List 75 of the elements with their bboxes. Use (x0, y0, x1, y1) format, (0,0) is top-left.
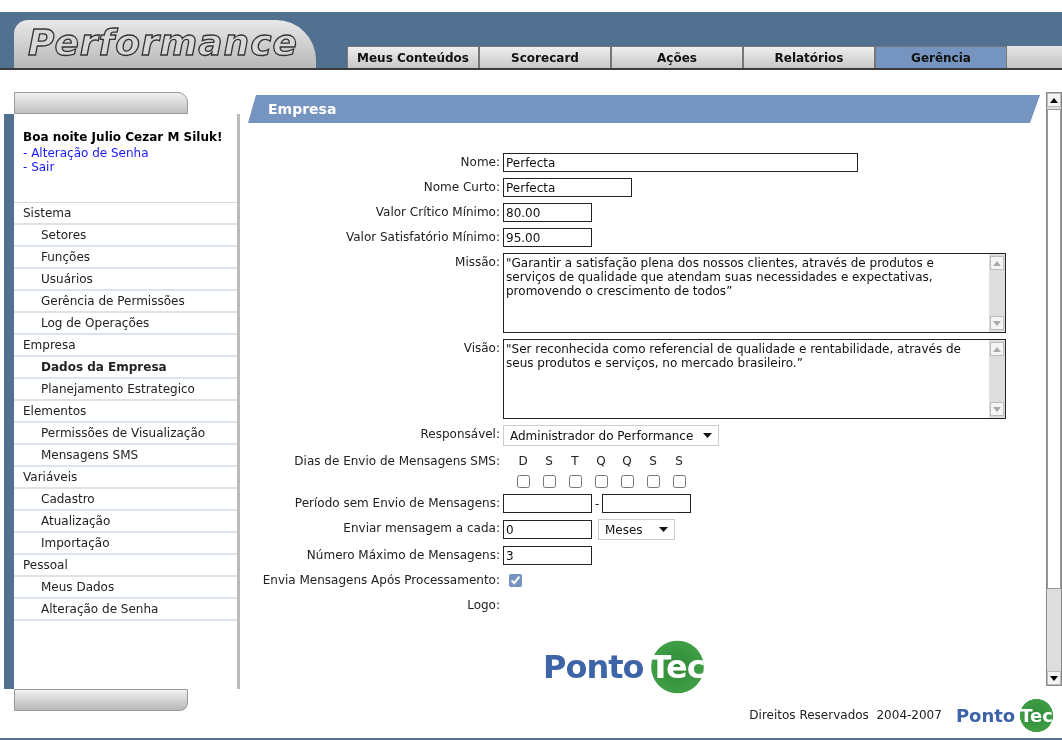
day-label: S (544, 453, 554, 470)
day-label: S (674, 453, 684, 470)
field-label: Dias de Envio de Mensagens SMS: (293, 453, 500, 470)
caret-icon (659, 527, 668, 532)
section-header: Empresa (248, 95, 1040, 123)
scrollbar[interactable] (1046, 92, 1062, 686)
text-field[interactable]: Perfecta (503, 153, 858, 172)
menu-item[interactable]: Cadastro (14, 489, 237, 511)
field-label: Visão: (462, 340, 500, 357)
caret-icon (703, 433, 713, 438)
day-label: D (517, 453, 529, 470)
day-label: Q (595, 453, 607, 470)
menu-group-label: Pessoal (14, 555, 237, 577)
checkbox[interactable] (568, 475, 582, 488)
menu-group-label: Elementos (14, 401, 237, 423)
field-label: Período sem Envio de Mensagens: (293, 495, 500, 512)
sidebar-link[interactable]: - Alteração de Senha (14, 146, 237, 160)
menu-item[interactable]: Planejamento Estrategico (14, 379, 237, 401)
nav-tab[interactable]: Meus Conteúdos (347, 46, 479, 68)
text-field[interactable] (503, 494, 592, 513)
nav-tab[interactable]: Gerência (875, 46, 1007, 68)
menu-item[interactable]: Permissões de Visualização (14, 423, 237, 445)
company-logo: Ponto Tec (543, 643, 711, 691)
separator-text: - (595, 495, 600, 513)
nav-tab[interactable]: Relatórios (743, 46, 875, 68)
field-label: Envia Mensagens Após Processamento: (261, 572, 500, 589)
field-label: Valor Satisfatório Mínimo: (344, 229, 500, 246)
field-label: Logo: (466, 597, 500, 614)
menu-item[interactable]: Setores (14, 225, 237, 247)
dropdown[interactable]: Administrador do Performance (503, 425, 720, 446)
day-label: Q (621, 453, 633, 470)
scroll-down-icon[interactable] (1047, 671, 1061, 685)
menu-item[interactable]: Meus Dados (14, 577, 237, 599)
menu-group-label: Sistema (14, 203, 237, 225)
field-label: Nome: (459, 154, 500, 171)
checkbox[interactable] (672, 475, 686, 488)
checkbox[interactable] (542, 475, 556, 488)
menu-group-label: Empresa (14, 335, 237, 357)
menu-group-label: Variáveis (14, 467, 237, 489)
scroll-up-icon[interactable] (1047, 93, 1061, 107)
sidebar-link[interactable]: - Sair (14, 160, 237, 174)
text-field[interactable]: 95.00 (503, 228, 592, 247)
day-label: T (570, 453, 580, 470)
nav-tab[interactable]: Ações (611, 46, 743, 68)
dropdown[interactable]: Meses (598, 519, 675, 540)
text-field[interactable]: 3 (503, 546, 592, 565)
menu-item[interactable]: Atualização (14, 511, 237, 533)
menu-item[interactable]: Mensagens SMS (14, 445, 237, 467)
checkbox[interactable] (646, 475, 660, 488)
field-label: Enviar mensagem a cada: (342, 520, 500, 537)
text-field[interactable]: 80.00 (503, 203, 592, 222)
menu-item[interactable]: Log de Operações (14, 313, 237, 335)
checkbox[interactable] (594, 475, 608, 488)
field-label: Nome Curto: (422, 179, 500, 196)
menu-item[interactable]: Usuários (14, 269, 237, 291)
menu-item[interactable]: Gerência de Permissões (14, 291, 237, 313)
checkbox[interactable] (516, 475, 530, 488)
checkbox[interactable] (509, 574, 522, 587)
field-label: Número Máximo de Mensagens: (305, 547, 500, 564)
text-field[interactable]: 0 (503, 520, 592, 539)
text-field[interactable]: Perfecta (503, 178, 632, 197)
menu-item[interactable]: Funções (14, 247, 237, 269)
field-label: Valor Crítico Mínimo: (374, 204, 500, 221)
checkbox[interactable] (620, 475, 634, 488)
menu-item[interactable]: Importação (14, 533, 237, 555)
copyright-text: Direitos Reservados 2004-2007 (749, 707, 942, 724)
nav-tab[interactable]: Scorecard (479, 46, 611, 68)
menu-item[interactable]: Dados da Empresa (14, 357, 237, 379)
app-logo: Performance (14, 20, 316, 68)
field-label: Responsável: (419, 426, 500, 443)
field-label: Missão: (454, 254, 500, 271)
text-field[interactable] (602, 494, 692, 513)
day-label: S (648, 453, 658, 470)
greeting-text: Boa noite Julio Cezar M Siluk! (22, 129, 224, 146)
menu-item[interactable]: Alteração de Senha (14, 599, 237, 621)
